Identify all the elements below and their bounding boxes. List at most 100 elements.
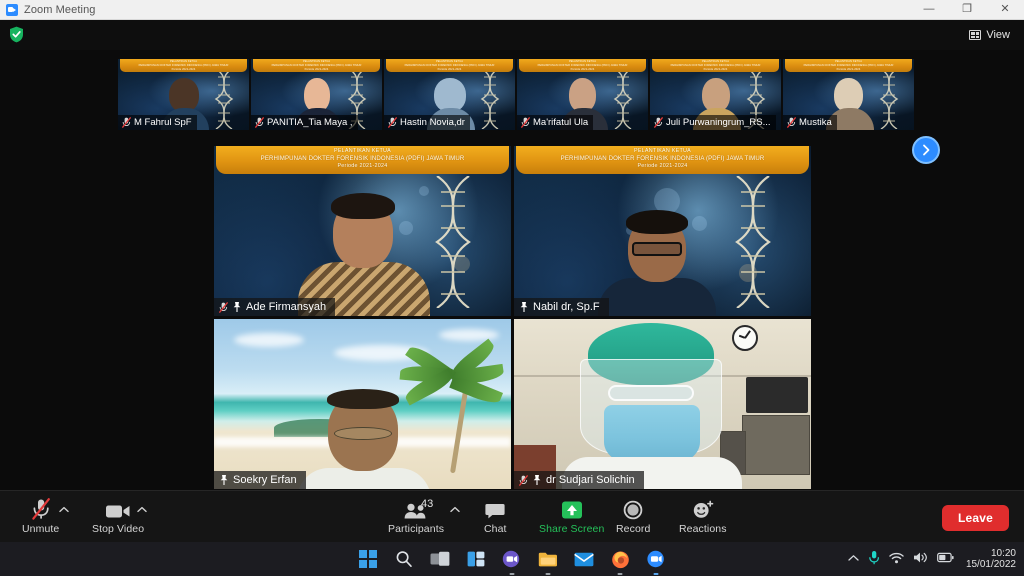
microphone-muted-icon	[787, 117, 796, 128]
participant-video-figure	[556, 321, 746, 489]
thumbnail-banner: PELANTIKAN KETUA PERHIMPUNAN DOKTER FORE…	[652, 59, 779, 72]
maximize-button[interactable]: ❐	[948, 0, 986, 20]
chat-button[interactable]: Chat	[478, 495, 513, 539]
video-stage: PELANTIKAN KETUA PERHIMPUNAN DOKTER FORE…	[0, 50, 1024, 490]
tile-name-label: dr Sudjari Solichin	[514, 471, 644, 489]
tile-name-text: Soekry Erfan	[233, 474, 297, 486]
stop-video-button[interactable]: Stop Video	[86, 495, 150, 539]
view-button-label: View	[986, 29, 1010, 41]
thumbnail-name-text: Mustika	[799, 117, 832, 128]
search-icon[interactable]	[393, 548, 415, 570]
teams-icon[interactable]	[501, 548, 523, 575]
chat-bubble-icon	[485, 498, 505, 520]
task-view-icon[interactable]	[429, 548, 451, 570]
tile-name-text: Nabil dr, Sp.F	[533, 301, 600, 313]
tray-date: 15/01/2022	[965, 559, 1016, 570]
chevron-up-icon	[848, 554, 859, 561]
tile-name-label: Nabil dr, Sp.F	[514, 298, 609, 316]
encryption-shield-icon[interactable]	[9, 26, 24, 43]
tile-banner: PELANTIKAN KETUA PERHIMPUNAN DOKTER FORE…	[516, 146, 809, 174]
thumbnail-tile[interactable]: PELANTIKAN KETUA PERHIMPUNAN DOKTER FORE…	[118, 59, 249, 130]
mail-icon[interactable]	[573, 548, 595, 570]
unmute-button[interactable]: Unmute	[16, 495, 65, 539]
microphone-muted-icon	[521, 117, 530, 128]
thumbnail-tile[interactable]: PELANTIKAN KETUA PERHIMPUNAN DOKTER FORE…	[650, 59, 781, 130]
chevron-up-icon	[59, 506, 69, 512]
video-tile[interactable]: PELANTIKAN KETUA PERHIMPUNAN DOKTER FORE…	[514, 146, 811, 316]
chevron-right-icon	[923, 144, 930, 156]
tile-name-text: dr Sudjari Solichin	[546, 474, 635, 486]
video-tile[interactable]: Soekry Erfan	[214, 319, 511, 489]
participant-thumbnail-strip: PELANTIKAN KETUA PERHIMPUNAN DOKTER FORE…	[118, 59, 914, 130]
thumbnail-name-text: PANITIA_Tia Maya ,	[267, 117, 353, 128]
microphone-muted-icon	[519, 474, 528, 486]
pin-icon	[520, 302, 528, 312]
thumbnail-banner: PELANTIKAN KETUA PERHIMPUNAN DOKTER FORE…	[120, 59, 247, 72]
windows-start-icon[interactable]	[357, 548, 379, 570]
thumbnail-name-label: PANITIA_Tia Maya ,	[251, 115, 358, 130]
next-page-button[interactable]	[912, 136, 940, 164]
participants-label: Participants	[388, 523, 445, 535]
dna-helix-graphic	[435, 176, 471, 308]
pin-icon	[220, 475, 228, 485]
thumbnail-name-text: M Fahrul SpF	[134, 117, 192, 128]
thumbnail-name-label: Mustika	[783, 115, 837, 130]
record-label: Record	[616, 523, 651, 535]
record-circle-icon	[623, 498, 643, 520]
firefox-icon[interactable]	[609, 548, 631, 575]
participants-options-caret[interactable]	[449, 503, 461, 515]
thumbnail-tile[interactable]: PELANTIKAN KETUA PERHIMPUNAN DOKTER FORE…	[783, 59, 914, 130]
thumbnail-tile[interactable]: PELANTIKAN KETUA PERHIMPUNAN DOKTER FORE…	[384, 59, 515, 130]
dna-helix-graphic	[480, 69, 500, 129]
tray-battery-icon[interactable]	[937, 552, 954, 566]
thumbnail-banner: PELANTIKAN KETUA PERHIMPUNAN DOKTER FORE…	[253, 59, 380, 72]
dna-helix-graphic	[214, 69, 234, 129]
tray-volume-icon[interactable]	[913, 551, 928, 567]
thumbnail-name-label: M Fahrul SpF	[118, 115, 197, 130]
thumbnail-tile[interactable]: PELANTIKAN KETUA PERHIMPUNAN DOKTER FORE…	[517, 59, 648, 130]
reactions-button[interactable]: Reactions	[673, 495, 733, 539]
zoom-meeting-window: Zoom Meeting — ❐ ✕ View PELANTIKAN KETUA…	[0, 0, 1024, 576]
thumbnail-banner: PELANTIKAN KETUA PERHIMPUNAN DOKTER FORE…	[519, 59, 646, 72]
record-button[interactable]: Record	[610, 495, 656, 539]
video-tile[interactable]: PELANTIKAN KETUA PERHIMPUNAN DOKTER FORE…	[214, 146, 511, 316]
tile-banner: PELANTIKAN KETUA PERHIMPUNAN DOKTER FORE…	[216, 146, 509, 174]
share-screen-label: Share Screen	[539, 523, 605, 535]
thumbnail-name-label: Juli Purwaningrum_RS...	[650, 115, 776, 130]
file-explorer-icon[interactable]	[537, 548, 559, 575]
thumbnail-banner: PELANTIKAN KETUA PERHIMPUNAN DOKTER FORE…	[386, 59, 513, 72]
participants-button[interactable]: Participants	[382, 495, 450, 539]
microphone-muted-icon	[255, 117, 264, 128]
audio-options-caret[interactable]	[58, 503, 70, 515]
close-button[interactable]: ✕	[986, 0, 1024, 20]
windows-taskbar: 10:20 15/01/2022	[0, 542, 1024, 576]
unmute-label: Unmute	[22, 523, 60, 535]
view-button[interactable]: View	[963, 25, 1016, 45]
thumbnail-tile[interactable]: PELANTIKAN KETUA PERHIMPUNAN DOKTER FORE…	[251, 59, 382, 130]
share-screen-button[interactable]: Share Screen	[533, 495, 610, 539]
leave-button[interactable]: Leave	[941, 505, 1009, 531]
microphone-muted-icon	[654, 117, 663, 128]
minimize-button[interactable]: —	[910, 0, 948, 20]
widgets-icon[interactable]	[465, 548, 487, 570]
tray-overflow-button[interactable]	[848, 554, 859, 565]
microphone-muted-icon	[122, 117, 131, 128]
video-options-caret[interactable]	[136, 503, 148, 515]
thumbnail-name-text: Juli Purwaningrum_RS...	[666, 117, 771, 128]
zoom-icon[interactable]	[645, 548, 667, 575]
taskbar-icon-group	[357, 548, 667, 575]
zoom-top-bar: View	[0, 20, 1024, 50]
tray-time: 10:20	[990, 548, 1016, 559]
window-title: Zoom Meeting	[24, 3, 96, 16]
stop-video-label: Stop Video	[92, 523, 145, 535]
tray-clock[interactable]: 10:20 15/01/2022	[963, 548, 1016, 570]
tray-wifi-icon[interactable]	[889, 552, 904, 567]
tray-microphone-icon[interactable]	[868, 550, 880, 568]
thumbnail-name-label: Hastin Novia,dr	[384, 115, 470, 130]
window-controls: — ❐ ✕	[910, 0, 1024, 20]
chevron-up-icon	[450, 506, 460, 512]
view-layout-icon	[969, 30, 982, 40]
video-tile[interactable]: dr Sudjari Solichin	[514, 319, 811, 489]
pin-icon	[233, 302, 241, 312]
tile-name-label: Ade Firmansyah	[214, 298, 336, 316]
